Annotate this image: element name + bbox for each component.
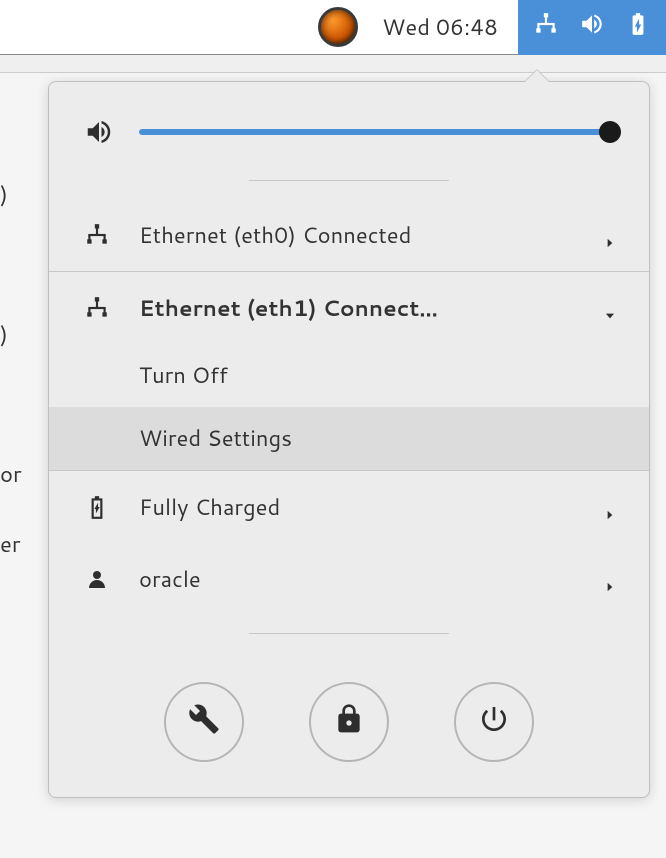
battery-tray-icon <box>625 11 651 43</box>
power-button[interactable] <box>454 682 534 762</box>
chevron-down-icon <box>603 300 619 316</box>
toolbar-shelf <box>0 55 666 73</box>
separator <box>249 180 449 181</box>
chevron-right-icon <box>603 571 619 587</box>
battery-row[interactable]: Fully Charged <box>49 471 649 543</box>
battery-label: Fully Charged <box>139 492 579 523</box>
lock-icon <box>333 703 365 741</box>
system-tray[interactable] <box>518 0 666 55</box>
battery-icon <box>79 489 115 525</box>
eth1-label: Ethernet (eth1) Connect... <box>139 293 579 324</box>
power-icon <box>478 703 510 741</box>
chevron-right-icon <box>603 227 619 243</box>
clock-label[interactable]: Wed 06:48 <box>382 12 498 43</box>
turn-off-item[interactable]: Turn Off <box>49 344 649 407</box>
volume-slider[interactable] <box>139 122 619 142</box>
slider-track <box>139 129 619 135</box>
ethernet-eth1-row[interactable]: Ethernet (eth1) Connect... <box>49 272 649 344</box>
os-logo-icon <box>318 7 358 47</box>
slider-thumb[interactable] <box>599 121 621 143</box>
tools-icon <box>188 703 220 741</box>
network-icon <box>79 290 115 326</box>
user-row[interactable]: oracle <box>49 543 649 615</box>
settings-button[interactable] <box>164 682 244 762</box>
volume-row <box>49 82 649 162</box>
lock-button[interactable] <box>309 682 389 762</box>
eth0-label: Ethernet (eth0) Connected <box>139 220 579 251</box>
system-menu-popup: Ethernet (eth0) Connected Ethernet (eth1… <box>48 81 650 798</box>
background-partial-text: ) ) or er <box>0 160 22 580</box>
top-bar: Wed 06:48 <box>0 0 666 55</box>
user-icon <box>79 561 115 597</box>
volume-icon <box>79 112 119 152</box>
user-label: oracle <box>139 564 579 595</box>
ethernet-eth0-row[interactable]: Ethernet (eth0) Connected <box>49 199 649 271</box>
action-row <box>49 652 649 797</box>
network-icon <box>79 217 115 253</box>
wired-settings-item[interactable]: Wired Settings <box>49 407 649 470</box>
network-tray-icon <box>533 11 559 43</box>
chevron-right-icon <box>603 499 619 515</box>
separator <box>249 633 449 634</box>
volume-tray-icon <box>579 11 605 43</box>
